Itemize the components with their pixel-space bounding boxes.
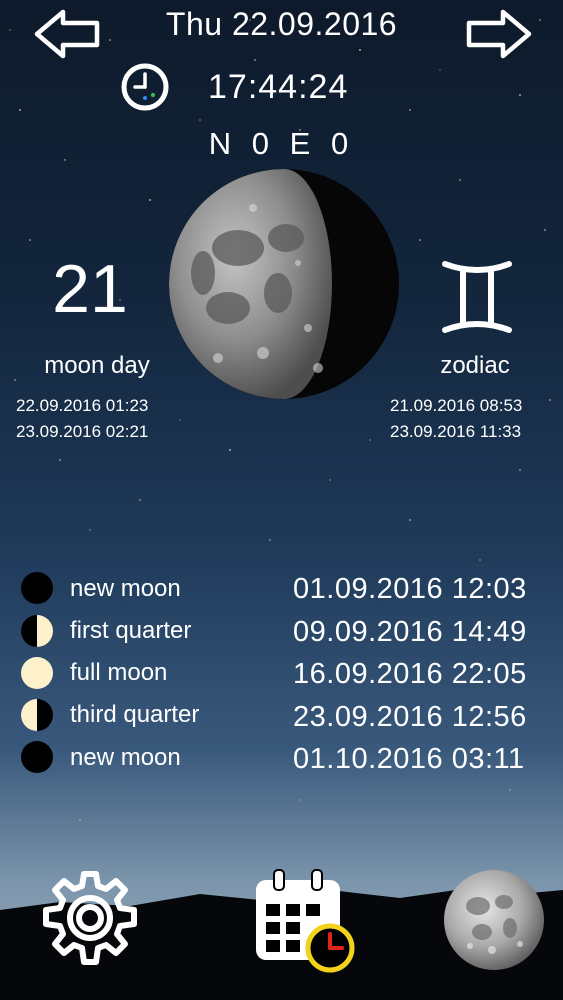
current-time[interactable]: 17:44:24 <box>208 68 348 107</box>
moon-day-label: moon day <box>44 352 150 379</box>
moon-day-start-time: 22.09.2016 01:23 <box>16 396 149 415</box>
calendar-clock-icon[interactable] <box>250 868 360 973</box>
moon-day-end-time: 23.09.2016 02:21 <box>16 422 149 441</box>
phase-name: new moon <box>70 575 181 602</box>
clock-icon[interactable] <box>120 62 170 112</box>
new-moon-icon <box>21 572 53 604</box>
phase-date: 01.09.2016 12:03 <box>293 573 527 605</box>
phase-name: third quarter <box>70 701 200 728</box>
third-quarter-icon <box>21 699 53 731</box>
first-quarter-icon <box>21 615 53 647</box>
phase-name: full moon <box>70 659 168 686</box>
phase-date: 16.09.2016 22:05 <box>293 658 527 690</box>
phase-date: 01.10.2016 03:11 <box>293 743 525 775</box>
phase-date: 23.09.2016 12:56 <box>293 701 527 733</box>
full-moon-icon <box>21 657 53 689</box>
gear-icon[interactable] <box>40 868 140 968</box>
zodiac-start-time: 21.09.2016 08:53 <box>390 396 523 415</box>
zodiac-label: zodiac <box>440 352 510 379</box>
next-day-arrow-icon[interactable] <box>463 8 533 60</box>
zodiac-end-time: 23.09.2016 11:33 <box>390 422 522 441</box>
phase-date: 09.09.2016 14:49 <box>293 616 527 648</box>
new-moon-icon <box>21 741 53 773</box>
phase-name: first quarter <box>70 617 192 644</box>
phase-name: new moon <box>70 744 181 771</box>
moon-icon[interactable] <box>442 868 546 972</box>
moon-phase-image <box>169 169 399 399</box>
location-coordinates[interactable]: N 0 E 0 <box>0 126 563 162</box>
gemini-icon[interactable] <box>437 258 517 336</box>
moon-day-number: 21 <box>52 251 128 327</box>
